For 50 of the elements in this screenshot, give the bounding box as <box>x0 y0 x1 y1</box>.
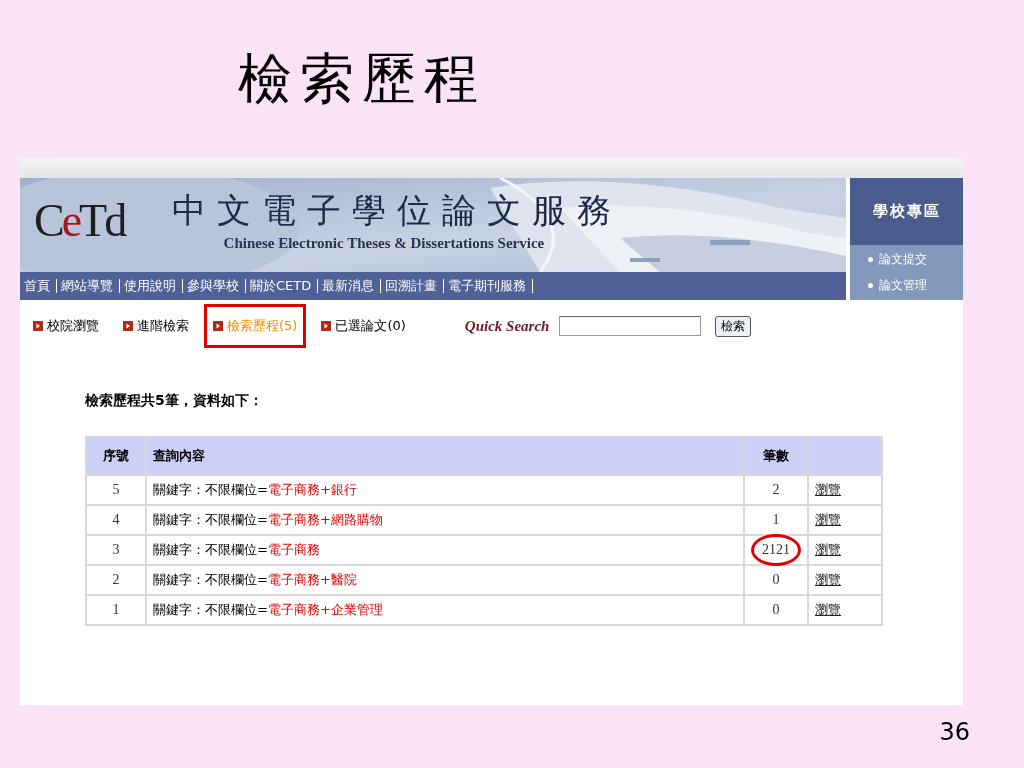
table-cell: 3 <box>86 535 146 565</box>
browse-link[interactable]: 瀏覽 <box>815 482 841 497</box>
table-cell: 關鍵字：不限欄位=電子商務 <box>146 535 744 565</box>
search-button[interactable]: 檢索 <box>715 315 752 337</box>
bullet-icon <box>321 321 332 331</box>
table-cell: 1 <box>744 505 808 535</box>
browse-link[interactable]: 瀏覽 <box>815 512 841 527</box>
bullet-icon <box>868 282 873 288</box>
browse-link[interactable]: 瀏覽 <box>815 572 841 587</box>
table-cell: 5 <box>86 475 146 505</box>
nav-link[interactable]: 關於CETD <box>246 277 318 295</box>
tab[interactable]: 進階檢索 <box>114 304 198 348</box>
circled-count: 2121 <box>751 534 801 566</box>
table-cell: 關鍵字：不限欄位=電子商務+網路購物 <box>146 505 744 535</box>
table-cell: 0 <box>744 595 808 625</box>
table-cell: 關鍵字：不限欄位=電子商務+企業管理 <box>146 595 744 625</box>
tab[interactable]: 已選論文(0) <box>312 304 415 348</box>
nav-link[interactable]: 參與學校 <box>183 277 245 295</box>
browse-link[interactable]: 瀏覽 <box>815 542 841 557</box>
summary-text: 檢索歷程共5筆，資料如下： <box>85 392 263 408</box>
table-cell: 關鍵字：不限欄位=電子商務+醫院 <box>146 565 744 595</box>
nav-link[interactable]: 回溯計畫 <box>381 277 444 295</box>
tab[interactable]: 校院瀏覽 <box>24 304 108 348</box>
logo: CeTd <box>34 198 125 244</box>
column-header: 查詢內容 <box>146 437 744 475</box>
table-cell: 4 <box>86 505 146 535</box>
bullet-icon <box>213 321 223 331</box>
table-cell: 2 <box>86 565 146 595</box>
column-header: 序號 <box>86 437 146 475</box>
table-cell: 0 <box>744 565 808 595</box>
nav-link[interactable]: 最新消息 <box>318 277 381 295</box>
column-header: 筆數 <box>744 437 808 475</box>
site-subtitle: Chinese Electronic Theses & Dissertations Service <box>223 235 545 253</box>
site-title: 中文電子學位論文服務 <box>172 192 623 230</box>
browse-link[interactable]: 瀏覽 <box>815 602 841 617</box>
table-cell: 2 <box>744 475 808 505</box>
quick-search-logo: Quick Search <box>464 317 550 335</box>
nav-link[interactable]: 電子期刊服務 <box>444 277 533 295</box>
nav-link[interactable]: 首頁 <box>20 277 56 295</box>
nav-link[interactable]: 網站導覽 <box>57 277 119 295</box>
bullet-icon <box>868 257 873 263</box>
search-field[interactable] <box>559 316 702 336</box>
bullet-icon <box>33 321 43 331</box>
nav-link[interactable]: 使用說明 <box>120 277 182 295</box>
page-number: 36 <box>939 718 970 746</box>
table-cell: 關鍵字：不限欄位=電子商務+銀行 <box>146 475 744 505</box>
slide-title: 檢索歷程 <box>238 45 486 112</box>
table-cell: 1 <box>86 595 146 625</box>
bullet-icon <box>123 321 133 331</box>
school-zone-title: 學校專區 <box>850 178 963 245</box>
